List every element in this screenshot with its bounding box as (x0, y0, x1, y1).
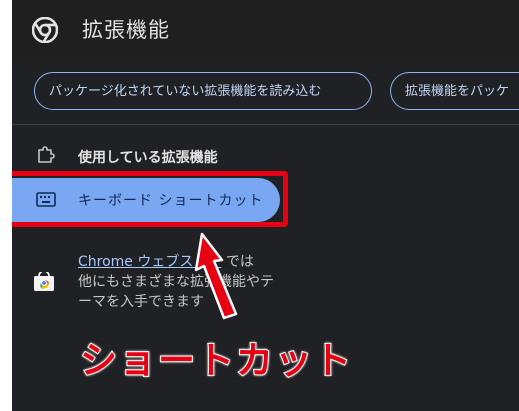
chrome-logo-icon (32, 17, 58, 43)
extensions-page: 拡張機能 パッケージ化されていない拡張機能を読み込む 拡張機能をパッケ 使用して… (12, 0, 519, 411)
chrome-web-store-icon (34, 272, 54, 291)
annotation-caption: ショートカット (79, 338, 353, 383)
page-title: 拡張機能 (82, 18, 170, 42)
left-margin (0, 0, 12, 411)
highlight-box (12, 171, 288, 227)
web-store-description: 他にもさまざまな拡張機能やテーマを入手できます (78, 274, 274, 310)
sidebar-item-label: 使用している拡張機能 (78, 150, 218, 166)
sidebar-item-my-extensions[interactable]: 使用している拡張機能 (12, 136, 287, 176)
toolbar-divider (12, 124, 519, 125)
pack-extension-button[interactable]: 拡張機能をパッケ (390, 72, 519, 110)
web-store-promo: Chrome ウェブストア では 他にもさまざまな拡張機能やテーマを入手できます (78, 252, 278, 312)
page-header: 拡張機能 (12, 0, 519, 62)
red-arrow-icon (194, 232, 238, 320)
load-unpacked-button[interactable]: パッケージ化されていない拡張機能を読み込む (34, 72, 372, 110)
puzzle-icon (38, 146, 55, 163)
